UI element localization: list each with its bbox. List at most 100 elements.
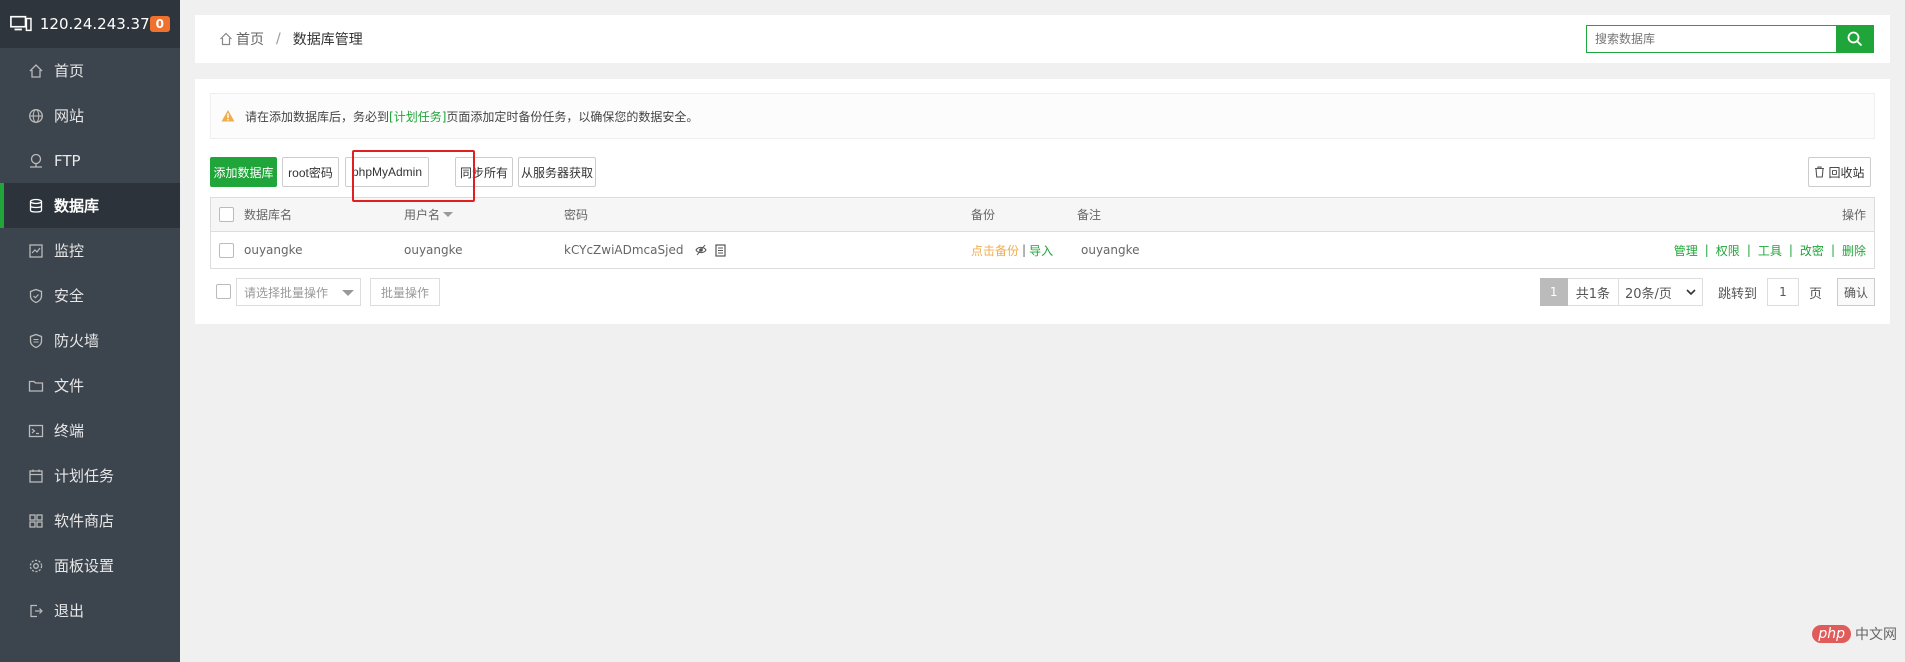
sidebar-item-label: 退出 <box>54 602 85 620</box>
backup-alert: 请在添加数据库后，务必到 [计划任务] 页面添加定时备份任务，以确保您的数据安全… <box>210 93 1875 139</box>
home-icon <box>220 32 232 46</box>
sidebar-item-database[interactable]: 数据库 <box>0 183 180 228</box>
db-user: ouyangke <box>404 243 463 257</box>
alert-text-before: 请在添加数据库后，务必到 <box>245 109 390 124</box>
sidebar-item-monitor[interactable]: 监控 <box>0 228 180 273</box>
change-password-link[interactable]: 改密 <box>1800 242 1824 259</box>
recycle-bin-button[interactable]: 回收站 <box>1808 157 1871 187</box>
sidebar-item-settings[interactable]: 面板设置 <box>0 543 180 588</box>
delete-link[interactable]: 删除 <box>1842 242 1866 259</box>
manage-link[interactable]: 管理 <box>1674 242 1698 259</box>
ops-cell: 管理 | 权限 | 工具 | 改密 | 删除 <box>1674 232 1866 268</box>
folder-icon <box>28 378 44 394</box>
gear-icon <box>28 558 44 574</box>
breadcrumb-current: 数据库管理 <box>292 32 363 48</box>
watermark-logo: php <box>1812 625 1851 643</box>
watermark: php 中文网 <box>1812 624 1897 644</box>
page-size-select[interactable]: 20条/页 <box>1618 278 1703 306</box>
root-password-button[interactable]: root密码 <box>282 157 339 187</box>
ftp-icon <box>28 153 44 169</box>
sidebar-item-logout[interactable]: 退出 <box>0 588 180 633</box>
phpmyadmin-button[interactable]: phpMyAdmin <box>345 157 429 187</box>
batch-operation-button[interactable]: 批量操作 <box>370 278 440 306</box>
table-header-row: 数据库名 用户名 密码 备份 备注 操作 <box>211 198 1874 232</box>
sidebar-item-label: 数据库 <box>54 197 100 215</box>
sidebar-item-label: 面板设置 <box>54 557 115 575</box>
sidebar-item-website[interactable]: 网站 <box>0 93 180 138</box>
import-link[interactable]: 导入 <box>1029 242 1053 259</box>
sidebar-nav: 首页 网站 FTP 数据库 监控 安全 防火墙 文件 终端 计划任务 软件商店 … <box>0 48 180 633</box>
table-row: ouyangke ouyangke kCYcZwiADmcaSjed 点击备份 … <box>211 232 1874 268</box>
pagination: 1 共1条 20条/页 跳转到 1 页 确认 <box>1539 278 1875 306</box>
header-password: 密码 <box>564 208 589 222</box>
current-page[interactable]: 1 <box>1539 278 1568 306</box>
backup-cell: 点击备份 | 导入 <box>971 232 1053 268</box>
sidebar-item-label: 网站 <box>54 107 85 125</box>
server-header: 120.24.243.37 0 <box>0 0 180 48</box>
backup-separator: | <box>1022 243 1027 257</box>
calendar-icon <box>28 468 44 484</box>
sidebar-item-label: 首页 <box>54 62 85 80</box>
sidebar-item-label: 计划任务 <box>54 467 115 485</box>
server-ip: 120.24.243.37 <box>39 15 150 33</box>
sidebar-item-terminal[interactable]: 终端 <box>0 408 180 453</box>
header-ops: 操作 <box>1841 208 1866 222</box>
alert-text-after: 页面添加定时备份任务，以确保您的数据安全。 <box>446 109 699 124</box>
database-table: 数据库名 用户名 密码 备份 备注 操作 ouyangke ouyangke k… <box>210 197 1875 269</box>
sidebar-item-ftp[interactable]: FTP <box>0 138 180 183</box>
breadcrumb-separator: / <box>276 31 281 47</box>
search-input[interactable] <box>1586 25 1836 53</box>
header-note: 备注 <box>1077 208 1102 222</box>
page-size-value: 20条/页 <box>1624 286 1672 302</box>
sidebar-item-label: 文件 <box>54 377 85 395</box>
search-button[interactable] <box>1836 25 1874 53</box>
watermark-text: 中文网 <box>1855 627 1897 643</box>
sidebar-item-label: 软件商店 <box>54 512 115 530</box>
cron-task-link[interactable]: [计划任务] <box>389 108 446 125</box>
ops-separator: | <box>1704 243 1709 257</box>
home-icon <box>28 63 44 79</box>
batch-select-placeholder: 请选择批量操作 <box>244 285 329 300</box>
sync-all-button[interactable]: 同步所有 <box>455 157 513 187</box>
breadcrumb-home[interactable]: 首页 <box>236 29 264 49</box>
tools-link[interactable]: 工具 <box>1758 242 1782 259</box>
sort-caret-icon <box>443 212 454 217</box>
copy-icon[interactable] <box>715 243 727 257</box>
ops-separator: | <box>1788 243 1793 257</box>
notification-badge[interactable]: 0 <box>149 16 170 32</box>
sidebar-item-label: FTP <box>54 151 81 170</box>
sidebar-item-security[interactable]: 安全 <box>0 273 180 318</box>
database-icon <box>28 198 44 214</box>
sidebar-item-firewall[interactable]: 防火墙 <box>0 318 180 363</box>
password-cell: kCYcZwiADmcaSjed <box>564 232 727 268</box>
eye-icon[interactable] <box>695 244 708 256</box>
row-checkbox[interactable] <box>219 242 234 258</box>
jump-to-label: 跳转到 <box>1717 286 1757 302</box>
footer-select-all-checkbox[interactable] <box>216 284 231 299</box>
sidebar-item-home[interactable]: 首页 <box>0 48 180 93</box>
header-username-label: 用户名 <box>404 208 441 222</box>
search-icon <box>1847 31 1863 47</box>
top-bar: 首页 / 数据库管理 <box>195 15 1890 63</box>
sidebar-item-files[interactable]: 文件 <box>0 363 180 408</box>
confirm-jump-button[interactable]: 确认 <box>1837 278 1875 306</box>
warning-icon <box>221 110 235 122</box>
ops-separator: | <box>1746 243 1751 257</box>
batch-operation-select[interactable]: 请选择批量操作 <box>236 278 361 306</box>
sidebar: 120.24.243.37 0 首页 网站 FTP 数据库 监控 安全 防火墙 … <box>0 0 180 662</box>
header-db-name: 数据库名 <box>244 208 293 222</box>
header-username[interactable]: 用户名 <box>404 198 454 231</box>
globe-icon <box>28 108 44 124</box>
jump-page-input[interactable]: 1 <box>1766 278 1799 306</box>
permission-link[interactable]: 权限 <box>1716 242 1740 259</box>
add-database-button[interactable]: 添加数据库 <box>210 157 277 187</box>
click-backup-link[interactable]: 点击备份 <box>971 242 1019 259</box>
db-note[interactable]: ouyangke <box>1081 232 1140 268</box>
ops-separator: | <box>1830 243 1835 257</box>
fetch-from-server-button[interactable]: 从服务器获取 <box>518 157 596 187</box>
sidebar-item-store[interactable]: 软件商店 <box>0 498 180 543</box>
sidebar-item-cron[interactable]: 计划任务 <box>0 453 180 498</box>
sidebar-item-label: 防火墙 <box>54 332 100 350</box>
select-all-checkbox[interactable] <box>219 207 234 222</box>
db-password: kCYcZwiADmcaSjed <box>564 243 684 257</box>
